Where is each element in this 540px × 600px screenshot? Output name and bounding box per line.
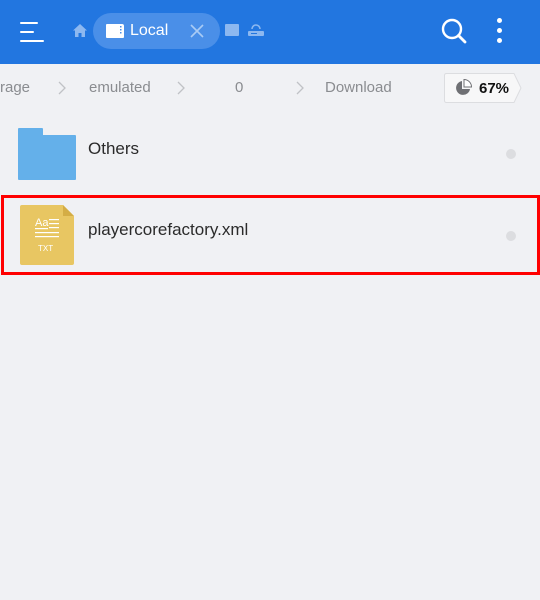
pie-chart-icon [456,79,472,95]
folder-icon [18,128,76,180]
selection-indicator[interactable] [506,149,516,159]
home-icon[interactable] [72,23,88,39]
search-icon[interactable] [440,17,468,45]
list-item-file[interactable]: Aa TXT playercorefactory.xml [0,194,540,276]
txt-file-icon: Aa TXT [20,205,74,265]
sd-card-icon [106,24,124,38]
tab-label: Local [130,22,169,39]
svg-text:TXT: TXT [38,244,53,253]
file-name: playercorefactory.xml [88,220,249,239]
svg-text:Aa: Aa [35,217,49,229]
storage-percent: 67% [479,80,510,97]
selection-indicator[interactable] [506,231,516,241]
hamburger-menu-icon[interactable] [20,20,48,44]
network-router-icon[interactable] [248,23,264,37]
tab-local[interactable]: Local [93,13,220,49]
file-name: Others [88,139,140,158]
chevron-right-icon [296,81,304,95]
more-vertical-icon[interactable] [490,16,510,46]
storage-usage-badge[interactable]: 67% [444,73,522,103]
breadcrumb-item-emulated[interactable]: emulated [89,79,151,96]
list-item-folder[interactable]: Others [0,112,540,194]
breadcrumb-item-0[interactable]: 0 [235,79,243,96]
chevron-right-icon [58,81,66,95]
sd-card-icon[interactable] [225,24,239,36]
breadcrumb-item-download[interactable]: Download [325,79,392,96]
breadcrumb-item-storage[interactable]: rage [0,79,30,96]
breadcrumb: rage emulated 0 Download 67% [0,64,540,112]
chevron-right-icon [177,81,185,95]
close-icon[interactable] [189,23,205,39]
top-bar: Local [0,0,540,64]
